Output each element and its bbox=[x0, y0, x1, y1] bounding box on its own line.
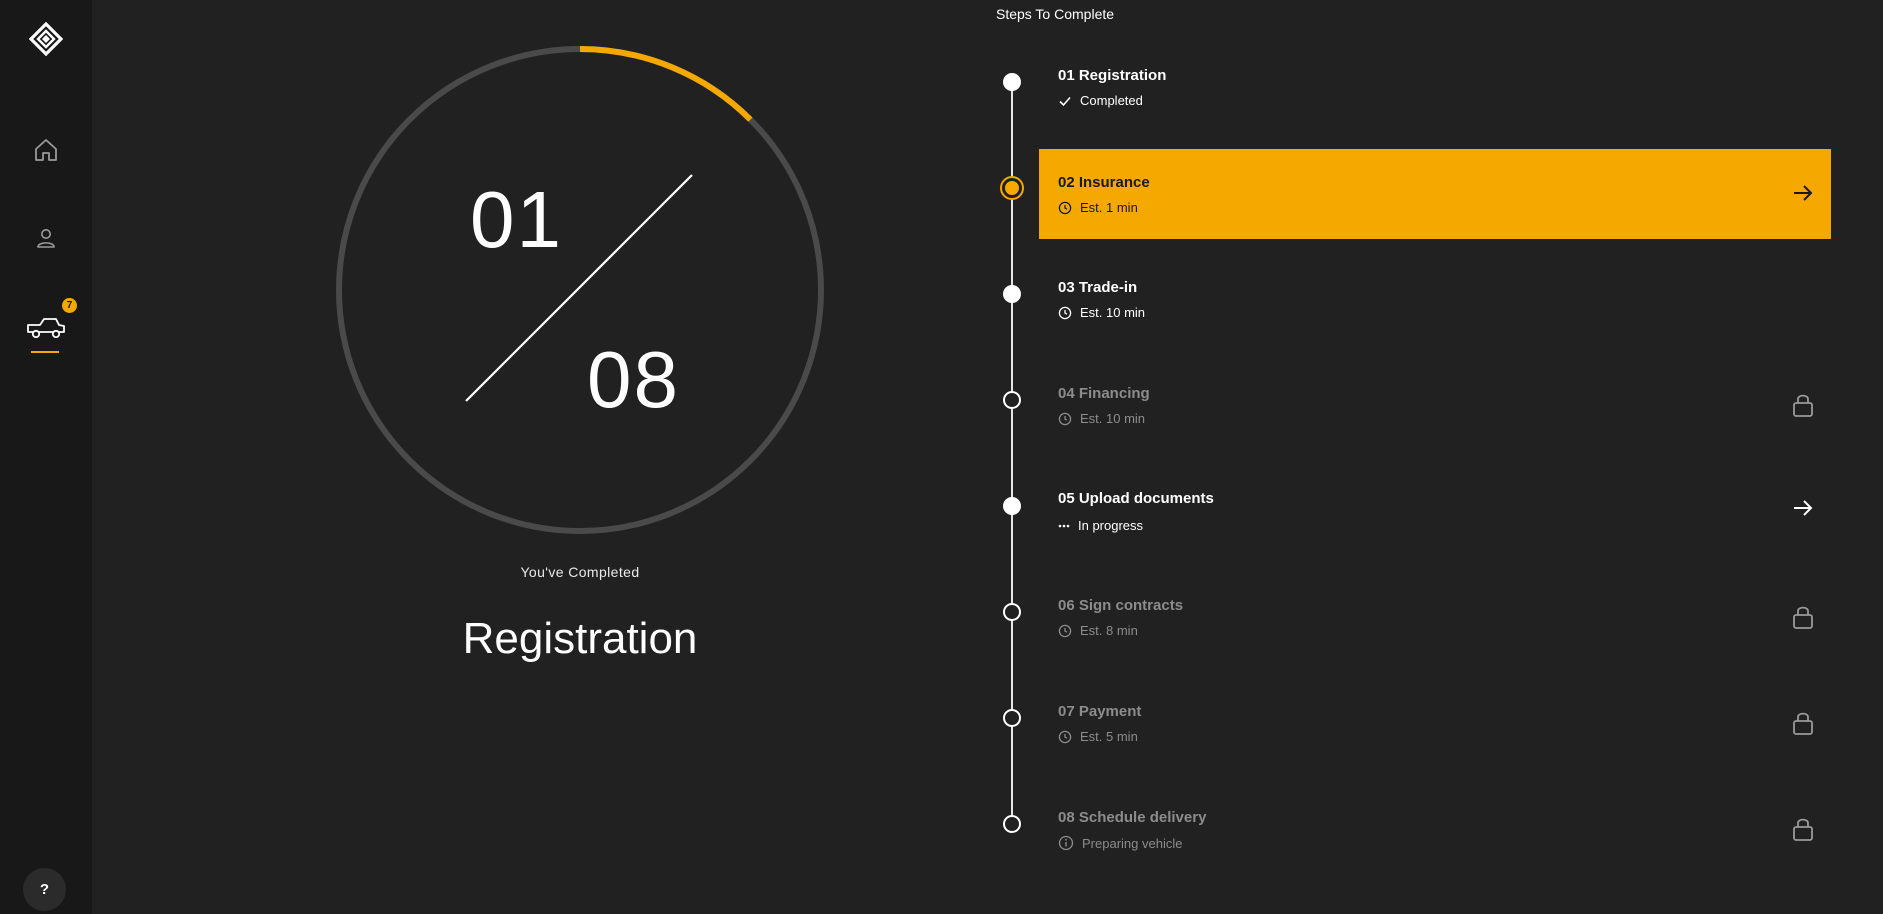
step-status-text: Preparing vehicle bbox=[1082, 835, 1183, 851]
step-trade-in[interactable]: 03 Trade-in Est. 10 min bbox=[1039, 271, 1831, 361]
current-step-number: 01 bbox=[470, 175, 563, 264]
logo[interactable] bbox=[0, 18, 92, 60]
clock-icon bbox=[1058, 412, 1072, 425]
step-lock bbox=[1789, 815, 1817, 843]
step-node-1 bbox=[1003, 73, 1021, 91]
lock-icon bbox=[1793, 712, 1813, 735]
total-steps-number: 08 bbox=[587, 335, 680, 424]
step-arrow[interactable] bbox=[1789, 494, 1817, 522]
step-node-4 bbox=[1003, 391, 1021, 409]
step-arrow[interactable] bbox=[1789, 179, 1817, 207]
step-node-3 bbox=[1003, 285, 1021, 303]
nav-profile[interactable] bbox=[0, 220, 92, 256]
step-status: Est. 10 min bbox=[1058, 411, 1145, 426]
step-status-text: Est. 10 min bbox=[1080, 411, 1146, 426]
notification-badge: 7 bbox=[62, 298, 77, 313]
step-title: 08 Schedule delivery bbox=[1058, 809, 1207, 826]
step-status-text: Est. 10 min bbox=[1080, 305, 1146, 320]
step-insurance[interactable]: 02 Insurance Est. 1 min bbox=[1039, 149, 1831, 239]
step-status-text: Est. 1 min bbox=[1080, 200, 1138, 215]
help-button[interactable]: ? bbox=[23, 868, 66, 911]
brand-logo-icon bbox=[29, 22, 63, 56]
progress-ring bbox=[334, 44, 826, 536]
step-sign-contracts: 06 Sign contracts Est. 8 min bbox=[1039, 589, 1831, 679]
truck-icon bbox=[27, 318, 65, 339]
step-title: 02 Insurance bbox=[1058, 174, 1150, 191]
step-title: 01 Registration bbox=[1058, 67, 1167, 84]
info-icon bbox=[1058, 835, 1074, 851]
lock-icon bbox=[1793, 394, 1813, 417]
lock-icon bbox=[1793, 606, 1813, 629]
step-node-2 bbox=[1002, 178, 1022, 198]
ellipsis-icon bbox=[1058, 524, 1070, 527]
home-icon bbox=[35, 139, 57, 161]
step-node-7 bbox=[1003, 709, 1021, 727]
clock-icon bbox=[1058, 624, 1072, 637]
nav-home[interactable] bbox=[0, 132, 92, 168]
step-registration[interactable]: 01 Registration Completed bbox=[1039, 59, 1831, 149]
clock-icon bbox=[1058, 201, 1072, 214]
step-payment: 07 Payment Est. 5 min bbox=[1039, 695, 1831, 785]
step-node-8 bbox=[1003, 815, 1021, 833]
nav-vehicle[interactable] bbox=[0, 308, 92, 348]
step-status: Completed bbox=[1058, 93, 1143, 108]
step-status-text: Completed bbox=[1080, 93, 1143, 108]
step-node-5 bbox=[1003, 497, 1021, 515]
clock-icon bbox=[1058, 306, 1072, 319]
step-title: 06 Sign contracts bbox=[1058, 597, 1184, 614]
step-status: Est. 5 min bbox=[1058, 729, 1138, 744]
user-icon bbox=[37, 229, 55, 248]
step-status: Preparing vehicle bbox=[1058, 835, 1182, 851]
completed-step-name: Registration bbox=[462, 614, 698, 663]
completed-caption: You've Completed bbox=[520, 564, 640, 580]
step-status-text: Est. 5 min bbox=[1080, 729, 1138, 744]
step-upload-documents[interactable]: 05 Upload documents In progress bbox=[1039, 482, 1831, 572]
steps-title: Steps To Complete bbox=[996, 6, 1115, 22]
step-status-text: Est. 8 min bbox=[1080, 623, 1138, 638]
step-financing: 04 Financing Est. 10 min bbox=[1039, 377, 1831, 467]
check-icon bbox=[1059, 96, 1071, 106]
arrow-right-icon bbox=[1794, 185, 1813, 201]
step-node-6 bbox=[1003, 603, 1021, 621]
step-status: Est. 1 min bbox=[1058, 200, 1138, 215]
step-lock bbox=[1789, 603, 1817, 631]
step-status: Est. 8 min bbox=[1058, 623, 1138, 638]
step-schedule-delivery: 08 Schedule delivery Preparing vehicle bbox=[1039, 801, 1831, 891]
step-title: 04 Financing bbox=[1058, 385, 1150, 402]
sidebar: 7 ? bbox=[0, 0, 92, 914]
arrow-right-icon bbox=[1794, 500, 1813, 516]
step-title: 07 Payment bbox=[1058, 703, 1142, 720]
step-status: Est. 10 min bbox=[1058, 305, 1145, 320]
clock-icon bbox=[1058, 730, 1072, 743]
step-title: 03 Trade-in bbox=[1058, 279, 1138, 296]
lock-icon bbox=[1793, 818, 1813, 841]
step-lock bbox=[1789, 709, 1817, 737]
step-status: In progress bbox=[1058, 518, 1143, 533]
step-lock bbox=[1789, 391, 1817, 419]
active-nav-indicator bbox=[31, 351, 59, 353]
step-status-text: In progress bbox=[1078, 518, 1144, 533]
step-title: 05 Upload documents bbox=[1058, 490, 1214, 507]
